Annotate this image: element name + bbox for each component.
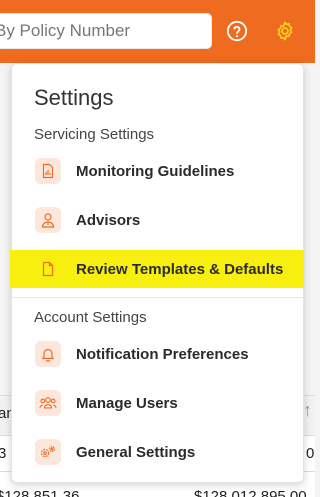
menu-item-label: Monitoring Guidelines [76,162,235,180]
bell-icon [35,341,61,367]
menu-item-label: Manage Users [76,394,178,412]
menu-item-general-settings[interactable]: General Settings [12,433,303,471]
background-cell: 0 [306,445,315,462]
menu-item-monitoring-guidelines[interactable]: Monitoring Guidelines [12,152,303,190]
settings-dropdown-menu: Settings Servicing Settings Monitoring G… [10,63,304,483]
top-header-bar [0,0,315,63]
background-cell: $128,851.36 [0,488,80,497]
menu-item-notification-preferences[interactable]: Notification Preferences [12,335,303,373]
menu-item-label: Review Templates & Defaults [76,260,284,278]
account-settings-heading: Account Settings [34,309,147,326]
menu-item-label: General Settings [76,443,196,461]
policy-search-box[interactable] [0,13,212,49]
help-circle-icon[interactable] [225,19,249,43]
background-cell: 3 [0,445,7,462]
document-icon [35,256,61,282]
report-file-icon [35,158,61,184]
menu-divider [12,297,303,298]
gear-icon[interactable] [273,19,297,43]
advisor-user-icon [35,207,61,233]
menu-item-review-templates[interactable]: Review Templates & Defaults [10,250,304,288]
settings-menu-title: Settings [34,85,114,110]
menu-item-label: Advisors [76,211,141,229]
servicing-settings-heading: Servicing Settings [34,126,155,143]
menu-item-advisors[interactable]: Advisors [12,201,303,239]
policy-search-input[interactable] [0,14,211,48]
menu-item-label: Notification Preferences [76,345,249,363]
menu-item-manage-users[interactable]: Manage Users [12,384,303,422]
users-group-icon [35,390,61,416]
background-cell: $128,012,895.00 [194,488,307,497]
sort-arrow-icon[interactable]: ↑ [303,400,312,421]
gears-icon [35,439,61,465]
